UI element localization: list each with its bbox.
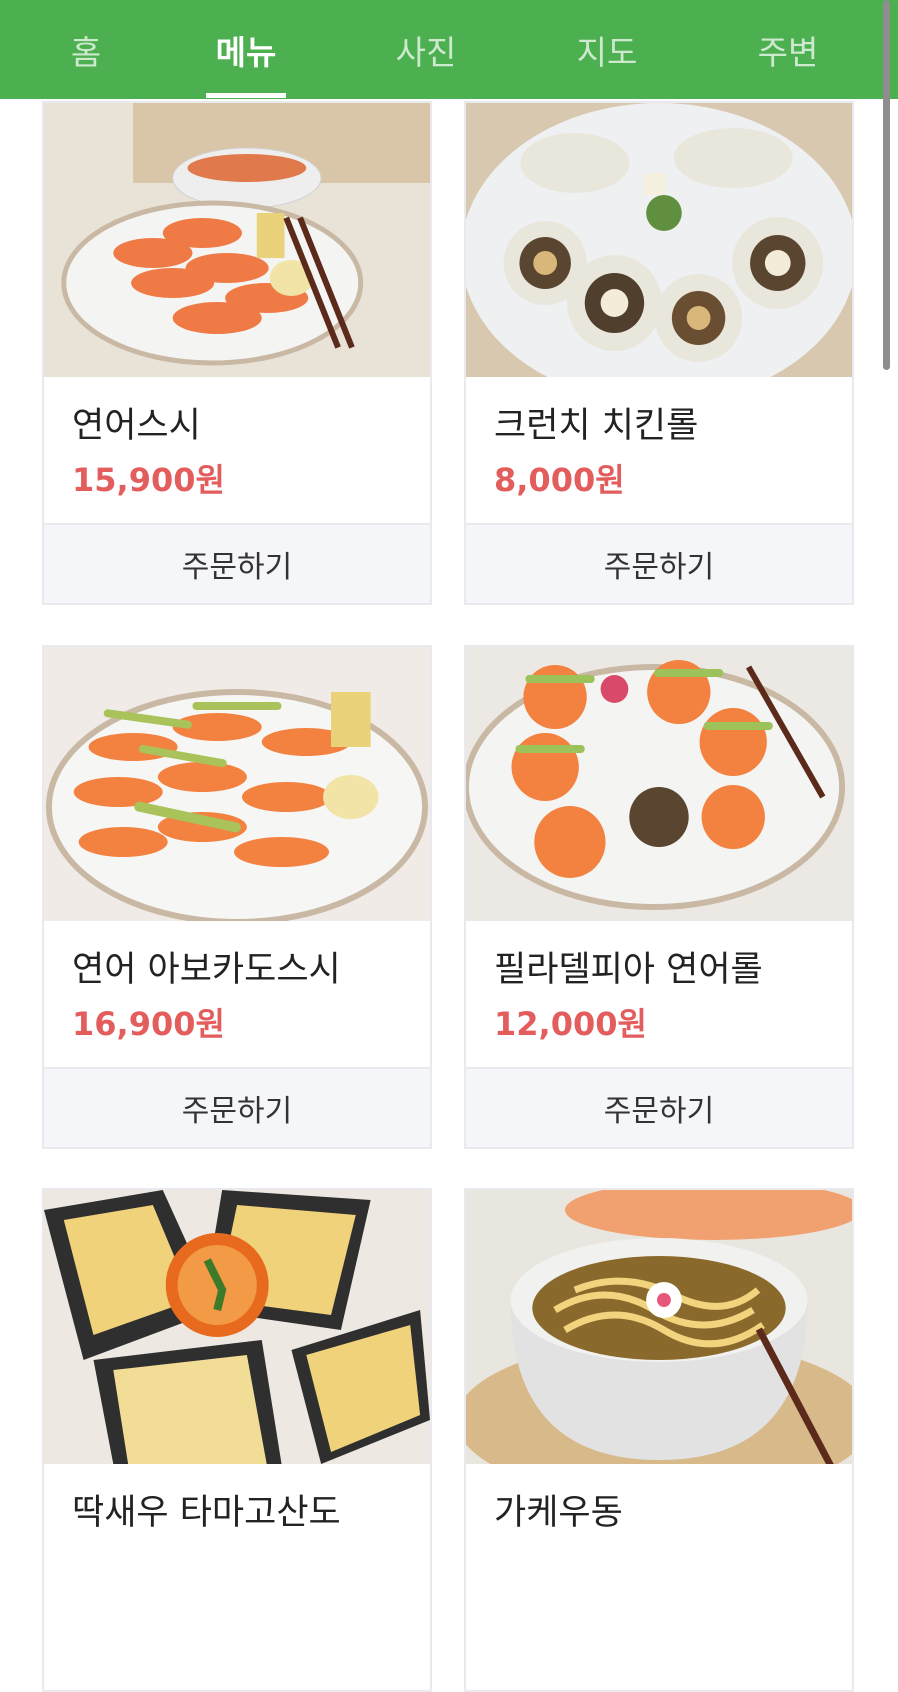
menu-card[interactable]: 연어스시 15,900원 주문하기 (42, 101, 432, 605)
tab-map[interactable]: 지도 (547, 0, 667, 99)
menu-item-name: 연어 아보카도스시 (72, 950, 341, 990)
tab-menu[interactable]: 메뉴 (186, 0, 306, 99)
top-nav-bar: 홈 메뉴 사진 지도 주변 (0, 0, 898, 99)
menu-item-price: 12,000원 (494, 1005, 647, 1043)
tab-photos[interactable]: 사진 (366, 0, 486, 99)
menu-card[interactable]: 딱새우 타마고산도 (42, 1188, 432, 1692)
menu-item-price: 16,900원 (72, 1005, 225, 1043)
salmon-sushi-photo (44, 103, 430, 377)
menu-item-price: 15,900원 (72, 461, 225, 499)
active-tab-indicator (206, 93, 286, 98)
menu-card[interactable]: 연어 아보카도스시 16,900원 주문하기 (42, 645, 432, 1149)
menu-card[interactable]: 가케우동 (464, 1188, 854, 1692)
scrollbar[interactable] (883, 0, 890, 370)
tamago-sando-photo (44, 1190, 430, 1464)
menu-card[interactable]: 크런치 치킨롤 8,000원 주문하기 (464, 101, 854, 605)
kake-udon-photo (466, 1190, 852, 1464)
menu-item-price: 8,000원 (494, 461, 625, 499)
tab-home[interactable]: 홈 (26, 0, 146, 99)
order-button[interactable]: 주문하기 (466, 1067, 852, 1147)
salmon-avocado-sushi-photo (44, 647, 430, 921)
philadelphia-salmon-roll-photo (466, 647, 852, 921)
tab-nearby[interactable]: 주변 (728, 0, 848, 99)
order-button[interactable]: 주문하기 (466, 523, 852, 603)
menu-item-name: 크런치 치킨롤 (494, 406, 699, 446)
menu-item-name: 가케우동 (494, 1493, 623, 1533)
menu-item-name: 연어스시 (72, 406, 201, 446)
menu-item-name: 필라델피아 연어롤 (494, 950, 763, 990)
menu-item-name: 딱새우 타마고산도 (72, 1493, 341, 1533)
order-button[interactable]: 주문하기 (44, 1067, 430, 1147)
menu-card[interactable]: 필라델피아 연어롤 12,000원 주문하기 (464, 645, 854, 1149)
order-button[interactable]: 주문하기 (44, 523, 430, 603)
crunch-chicken-roll-photo (466, 103, 852, 377)
